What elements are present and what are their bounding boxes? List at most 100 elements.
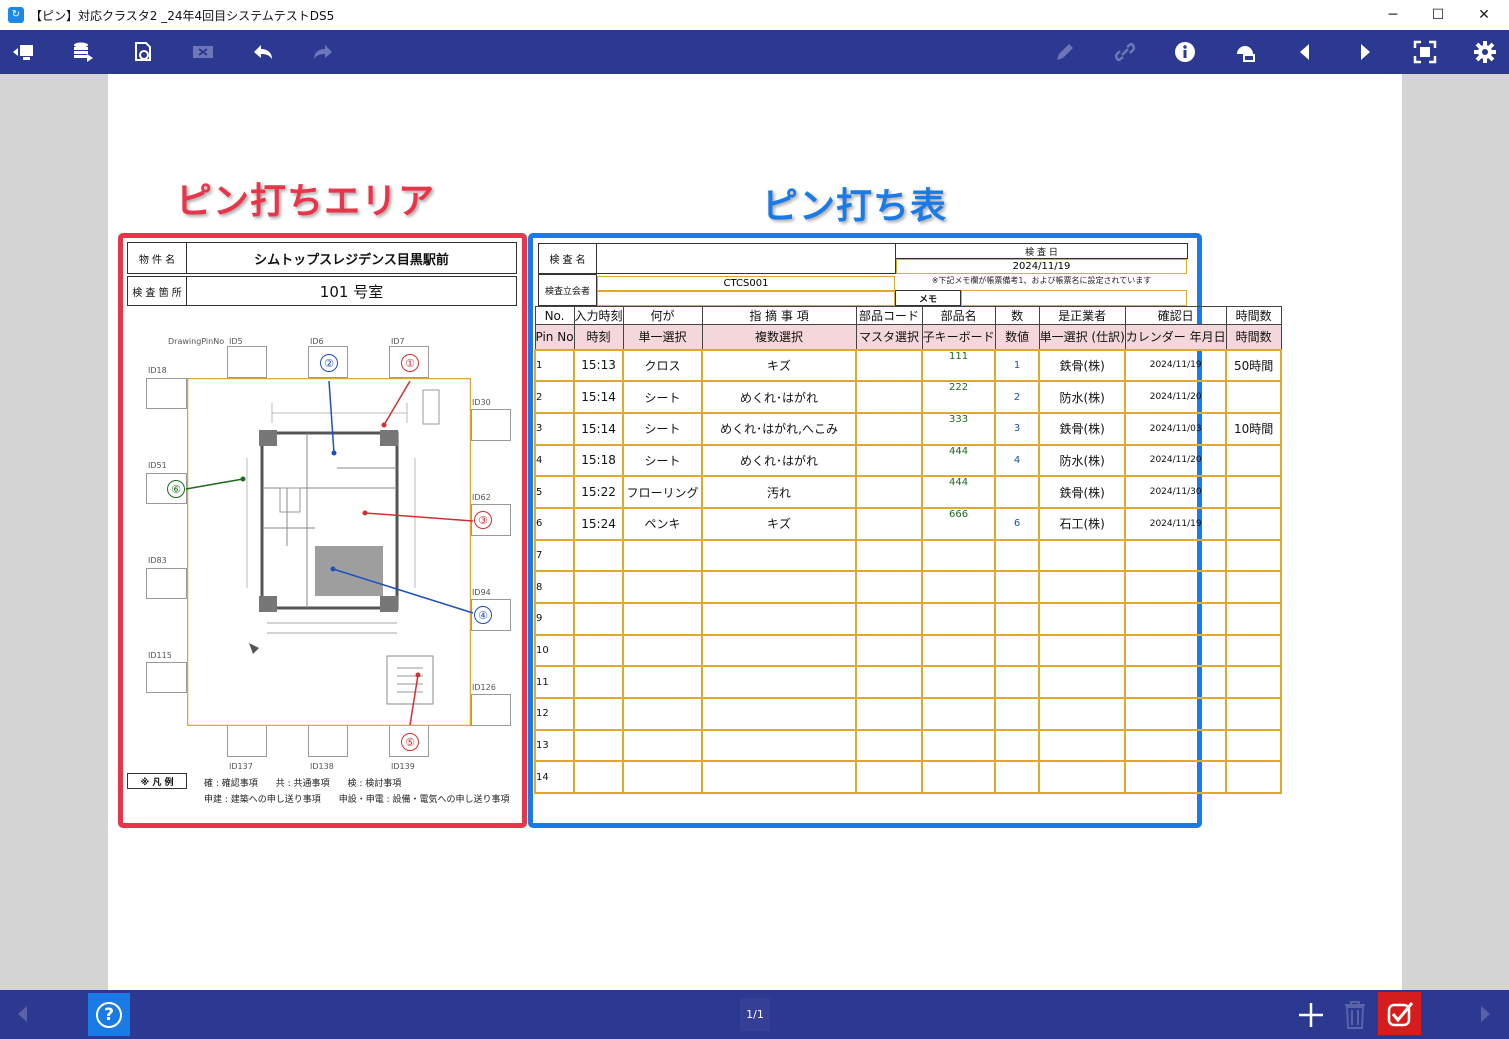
bottom-prev-button[interactable] xyxy=(10,1000,34,1028)
input-time[interactable]: 15:13 xyxy=(573,348,625,383)
confirm-date-cell[interactable]: 2024/11/03 xyxy=(1124,411,1228,446)
issue-cell[interactable]: キズ xyxy=(701,506,858,541)
qty-cell[interactable] xyxy=(994,728,1041,763)
confirm-date-cell[interactable] xyxy=(1124,760,1228,795)
part-code-cell[interactable] xyxy=(855,665,924,700)
part-name-cell[interactable] xyxy=(921,760,997,795)
input-time[interactable] xyxy=(573,728,625,763)
input-time[interactable] xyxy=(573,538,625,573)
hours-cell[interactable] xyxy=(1225,760,1283,795)
pen-button[interactable] xyxy=(1045,30,1085,74)
issue-cell[interactable] xyxy=(701,665,858,700)
what-cell[interactable] xyxy=(622,697,704,731)
qty-cell[interactable] xyxy=(994,602,1041,636)
input-time[interactable] xyxy=(573,760,625,795)
what-cell[interactable] xyxy=(622,760,704,795)
exit-button[interactable] xyxy=(3,30,43,74)
data-button[interactable] xyxy=(63,30,103,74)
prev-page-button[interactable] xyxy=(1285,30,1325,74)
confirm-date-cell[interactable] xyxy=(1124,728,1228,763)
issue-cell[interactable] xyxy=(701,728,858,763)
issue-cell[interactable]: キズ xyxy=(701,348,858,383)
confirm-date-cell[interactable]: 2024/11/20 xyxy=(1124,380,1228,414)
minimize-button[interactable]: ─ xyxy=(1370,0,1416,30)
confirm-date-cell[interactable]: 2024/11/19 xyxy=(1124,506,1228,541)
what-cell[interactable]: シート xyxy=(622,411,704,446)
input-time[interactable] xyxy=(573,602,625,636)
input-time[interactable] xyxy=(573,697,625,731)
pin-marker-4[interactable]: ④ xyxy=(474,606,492,624)
confirm-date-cell[interactable]: 2024/11/19 xyxy=(1124,348,1228,383)
confirm-date-cell[interactable] xyxy=(1124,602,1228,636)
input-time[interactable]: 15:14 xyxy=(573,411,625,446)
vendor-cell[interactable] xyxy=(1038,570,1127,604)
hours-cell[interactable] xyxy=(1225,728,1283,763)
part-code-cell[interactable] xyxy=(855,538,924,573)
vendor-cell[interactable]: 石工(株) xyxy=(1038,506,1127,541)
confirm-date-cell[interactable] xyxy=(1124,665,1228,700)
hours-cell[interactable]: 10時間 xyxy=(1225,411,1283,446)
memo-value[interactable] xyxy=(961,290,1187,306)
next-page-button[interactable] xyxy=(1345,30,1385,74)
what-cell[interactable]: シート xyxy=(622,380,704,414)
pin-marker-3[interactable]: ③ xyxy=(474,511,492,529)
vendor-cell[interactable]: 防水(株) xyxy=(1038,380,1127,414)
info-button[interactable] xyxy=(1165,30,1205,74)
what-cell[interactable] xyxy=(622,570,704,604)
add-button[interactable] xyxy=(1292,996,1330,1034)
confirm-date-cell[interactable] xyxy=(1124,570,1228,604)
qty-cell[interactable] xyxy=(994,760,1041,795)
vendor-cell[interactable] xyxy=(1038,665,1127,700)
part-code-cell[interactable] xyxy=(855,506,924,541)
issue-cell[interactable]: 汚れ xyxy=(701,475,858,509)
qty-cell[interactable] xyxy=(994,665,1041,700)
what-cell[interactable]: クロス xyxy=(622,348,704,383)
issue-cell[interactable]: めくれ･はがれ,へこみ xyxy=(701,411,858,446)
vendor-cell[interactable]: 鉄骨(株) xyxy=(1038,475,1127,509)
pin-marker-5[interactable]: ⑤ xyxy=(401,733,419,751)
confirm-date-cell[interactable]: 2024/11/20 xyxy=(1124,443,1228,478)
part-name-cell[interactable] xyxy=(921,602,997,636)
part-name-cell[interactable]: 444 xyxy=(921,475,997,509)
part-name-cell[interactable]: 111 xyxy=(921,348,997,383)
issue-cell[interactable]: めくれ･はがれ xyxy=(701,443,858,478)
qty-cell[interactable]: 2 xyxy=(994,380,1041,414)
settings-button[interactable] xyxy=(1465,30,1505,74)
what-cell[interactable] xyxy=(622,602,704,636)
issue-cell[interactable] xyxy=(701,538,858,573)
fit-button[interactable] xyxy=(1405,30,1445,74)
what-cell[interactable]: ペンキ xyxy=(622,506,704,541)
vendor-cell[interactable]: 鉄骨(株) xyxy=(1038,411,1127,446)
vendor-cell[interactable]: 鉄骨(株) xyxy=(1038,348,1127,383)
witness-value[interactable]: CTCS001 xyxy=(597,276,895,291)
input-time[interactable]: 15:18 xyxy=(573,443,625,478)
part-name-cell[interactable] xyxy=(921,728,997,763)
part-code-cell[interactable] xyxy=(855,411,924,446)
hours-cell[interactable] xyxy=(1225,506,1283,541)
qty-cell[interactable]: 1 xyxy=(994,348,1041,383)
part-code-cell[interactable] xyxy=(855,475,924,509)
date-value[interactable]: 2024/11/19 xyxy=(896,259,1187,274)
hours-cell[interactable] xyxy=(1225,665,1283,700)
part-name-cell[interactable]: 222 xyxy=(921,380,997,414)
vendor-cell[interactable] xyxy=(1038,538,1127,573)
input-time[interactable] xyxy=(573,665,625,700)
qty-cell[interactable]: 3 xyxy=(994,411,1041,446)
hours-cell[interactable] xyxy=(1225,633,1283,668)
pin-marker-1[interactable]: ① xyxy=(401,354,419,372)
maximize-button[interactable]: ☐ xyxy=(1415,0,1461,30)
hours-cell[interactable] xyxy=(1225,538,1283,573)
hours-cell[interactable]: 50時間 xyxy=(1225,348,1283,383)
part-code-cell[interactable] xyxy=(855,380,924,414)
part-name-cell[interactable] xyxy=(921,570,997,604)
part-name-cell[interactable]: 333 xyxy=(921,411,997,446)
issue-cell[interactable] xyxy=(701,602,858,636)
input-time[interactable]: 15:22 xyxy=(573,475,625,509)
qty-cell[interactable] xyxy=(994,475,1041,509)
part-name-cell[interactable]: 666 xyxy=(921,506,997,541)
cloud-button[interactable] xyxy=(1225,30,1265,74)
part-name-cell[interactable] xyxy=(921,538,997,573)
close-button[interactable]: ✕ xyxy=(1461,0,1507,30)
what-cell[interactable] xyxy=(622,538,704,573)
hours-cell[interactable] xyxy=(1225,380,1283,414)
